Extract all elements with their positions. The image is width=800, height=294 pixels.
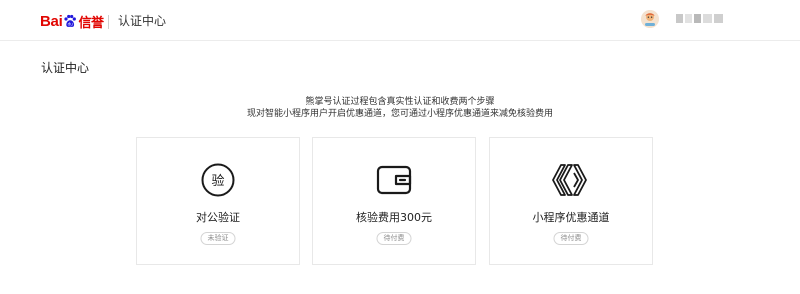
- header-title: 认证中心: [118, 14, 167, 28]
- username-blurred[interactable]: [676, 14, 723, 23]
- description-line-2: 现对智能小程序用户开启优惠通道，您可通过小程序优惠通道来减免核验费用: [246, 109, 553, 119]
- description-line-1: 熊掌号认证过程包含真实性认证和收费两个步骤: [305, 97, 495, 107]
- top-bar: Bai du 信誉 认证中心: [0, 0, 800, 41]
- card-mini-program-channel[interactable]: 小程序优惠通道 待付费: [489, 137, 653, 265]
- logo-text-brand: 信誉: [78, 15, 104, 31]
- logo-text-bai: Bai: [40, 12, 63, 30]
- certification-description: 熊掌号认证过程包含真实性认证和收费两个步骤 现对智能小程序用户开启优惠通道，您可…: [0, 96, 800, 120]
- status-badge: 待付费: [376, 232, 412, 245]
- card-label: 对公验证: [196, 211, 240, 224]
- verify-circle-icon: 验: [201, 163, 235, 197]
- baidu-paw-icon: du: [64, 14, 77, 27]
- card-verification-fee[interactable]: 核验费用300元 待付费: [312, 137, 476, 265]
- mini-program-channel-icon: [552, 164, 587, 196]
- baidu-xinyu-logo[interactable]: Bai du 信誉: [40, 11, 104, 31]
- status-badge: 未验证: [200, 232, 236, 245]
- svg-text:验: 验: [211, 173, 224, 189]
- card-public-verification[interactable]: 验 对公验证 未验证: [136, 137, 300, 265]
- avatar-image-icon: [641, 10, 659, 28]
- status-badge: 待付费: [553, 232, 589, 245]
- page-title: 认证中心: [41, 61, 90, 75]
- card-label: 小程序优惠通道: [532, 211, 610, 224]
- wallet-icon: [376, 165, 412, 195]
- svg-text:du: du: [68, 22, 74, 27]
- avatar[interactable]: [641, 10, 659, 28]
- header-divider: [108, 15, 109, 29]
- card-label: 核验费用300元: [356, 211, 432, 224]
